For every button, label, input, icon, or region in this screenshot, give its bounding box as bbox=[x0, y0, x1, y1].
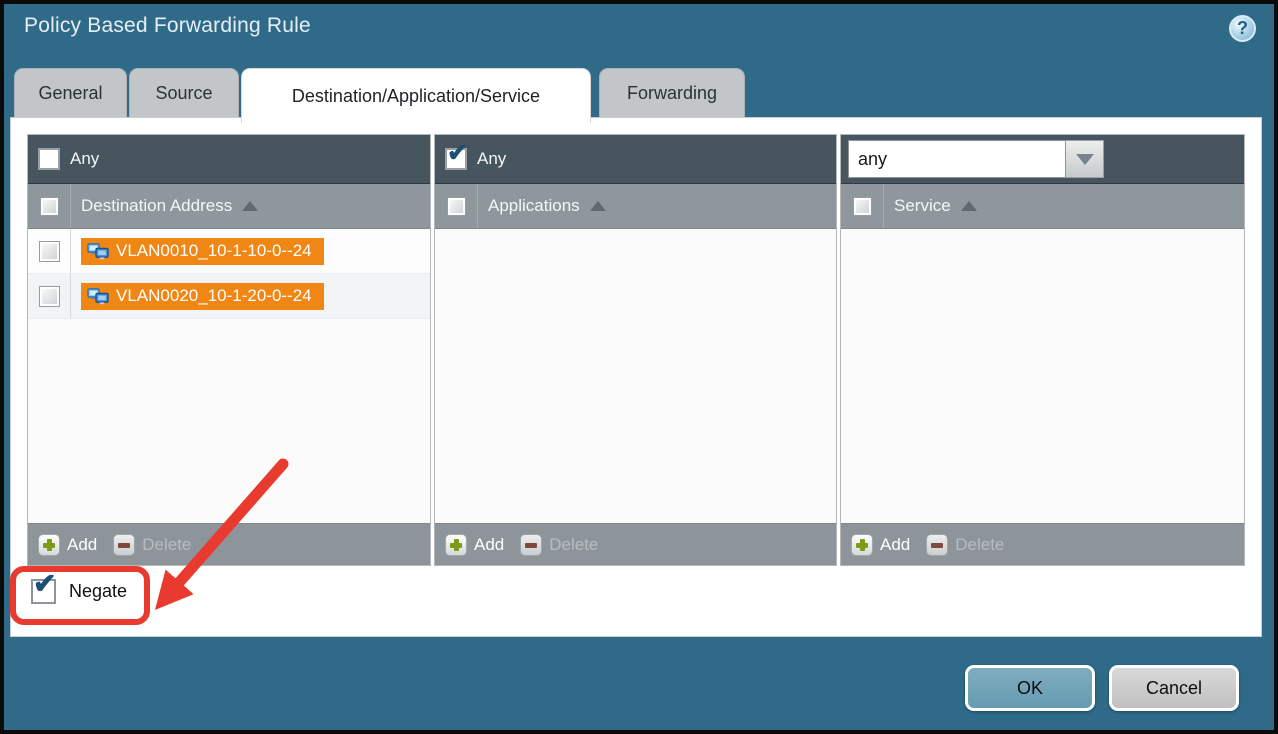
column-header-label: Destination Address bbox=[81, 196, 232, 216]
add-label: Add bbox=[880, 535, 910, 555]
add-label: Add bbox=[474, 535, 504, 555]
applications-select-all-checkbox[interactable] bbox=[447, 197, 466, 216]
add-label: Add bbox=[67, 535, 97, 555]
destination-any-bar: Any bbox=[28, 135, 430, 184]
ok-button[interactable]: OK bbox=[965, 665, 1095, 711]
tab-general[interactable]: General bbox=[14, 68, 127, 117]
delete-button[interactable]: Delete bbox=[113, 534, 191, 556]
network-address-icon bbox=[87, 243, 109, 260]
address-object-label: VLAN0020_10-1-20-0--24 bbox=[116, 286, 312, 306]
applications-column-header[interactable]: Applications bbox=[435, 184, 836, 229]
row-checkbox[interactable] bbox=[39, 286, 60, 307]
add-button[interactable]: Add bbox=[445, 534, 504, 556]
delete-button[interactable]: Delete bbox=[926, 534, 1004, 556]
service-dropdown-button[interactable] bbox=[1066, 140, 1104, 178]
add-plus-icon bbox=[445, 534, 467, 556]
delete-label: Delete bbox=[142, 535, 191, 555]
delete-label: Delete bbox=[549, 535, 598, 555]
service-footer-toolbar: Add Delete bbox=[841, 523, 1244, 565]
destination-row[interactable]: VLAN0020_10-1-20-0--24 bbox=[28, 274, 430, 319]
delete-minus-icon bbox=[113, 534, 135, 556]
tab-label: Destination/Application/Service bbox=[292, 86, 540, 107]
tab-content-panel: Any Destination Address bbox=[10, 117, 1262, 637]
sort-ascending-icon bbox=[961, 201, 977, 211]
help-glyph: ? bbox=[1237, 18, 1248, 39]
negate-checkbox[interactable]: ✔ bbox=[31, 579, 56, 604]
column-header-label: Service bbox=[894, 196, 951, 216]
destination-select-all-checkbox[interactable] bbox=[40, 197, 59, 216]
delete-label: Delete bbox=[955, 535, 1004, 555]
applications-footer-toolbar: Add Delete bbox=[435, 523, 836, 565]
cancel-label: Cancel bbox=[1146, 678, 1202, 699]
destination-address-column: Any Destination Address bbox=[27, 134, 431, 566]
applications-any-checkbox[interactable]: ✔ bbox=[445, 148, 467, 170]
sort-ascending-icon bbox=[590, 201, 606, 211]
service-select-all-checkbox[interactable] bbox=[853, 197, 872, 216]
address-object-chip[interactable]: VLAN0020_10-1-20-0--24 bbox=[81, 283, 324, 310]
dialog-title: Policy Based Forwarding Rule bbox=[24, 14, 311, 38]
sort-ascending-icon bbox=[242, 201, 258, 211]
service-list bbox=[841, 229, 1244, 523]
tab-forwarding[interactable]: Forwarding bbox=[599, 68, 745, 117]
pbf-rule-dialog: Policy Based Forwarding Rule ? General S… bbox=[0, 0, 1278, 734]
add-plus-icon bbox=[38, 534, 60, 556]
destination-address-list: VLAN0010_10-1-10-0--24 bbox=[28, 229, 430, 523]
add-button[interactable]: Add bbox=[851, 534, 910, 556]
tab-label: General bbox=[38, 83, 102, 104]
destination-any-checkbox[interactable] bbox=[38, 148, 60, 170]
address-object-label: VLAN0010_10-1-10-0--24 bbox=[116, 241, 312, 261]
destination-column-header[interactable]: Destination Address bbox=[28, 184, 430, 229]
service-dropdown-bar: any bbox=[841, 135, 1244, 184]
applications-list bbox=[435, 229, 836, 523]
help-icon[interactable]: ? bbox=[1229, 15, 1256, 42]
destination-any-label: Any bbox=[70, 149, 99, 169]
delete-minus-icon bbox=[520, 534, 542, 556]
tab-destination-application-service[interactable]: Destination/Application/Service bbox=[241, 68, 591, 123]
destination-footer-toolbar: Add Delete bbox=[28, 523, 430, 565]
delete-button[interactable]: Delete bbox=[520, 534, 598, 556]
applications-any-bar: ✔ Any bbox=[435, 135, 836, 184]
service-dropdown[interactable]: any bbox=[848, 140, 1104, 178]
ok-label: OK bbox=[1017, 678, 1043, 699]
tab-label: Forwarding bbox=[627, 83, 717, 104]
address-object-chip[interactable]: VLAN0010_10-1-10-0--24 bbox=[81, 238, 324, 265]
applications-column: ✔ Any Applications Add Delete bbox=[434, 134, 837, 566]
tab-source[interactable]: Source bbox=[129, 68, 239, 117]
tab-label: Source bbox=[155, 83, 212, 104]
chevron-down-icon bbox=[1076, 154, 1094, 165]
add-button[interactable]: Add bbox=[38, 534, 97, 556]
row-checkbox[interactable] bbox=[39, 241, 60, 262]
cancel-button[interactable]: Cancel bbox=[1109, 665, 1239, 711]
service-column-header[interactable]: Service bbox=[841, 184, 1244, 229]
negate-label: Negate bbox=[69, 581, 127, 602]
negate-row: ✔ Negate bbox=[31, 579, 127, 604]
delete-minus-icon bbox=[926, 534, 948, 556]
service-dropdown-value[interactable]: any bbox=[848, 140, 1066, 178]
applications-any-label: Any bbox=[477, 149, 506, 169]
column-header-label: Applications bbox=[488, 196, 580, 216]
network-address-icon bbox=[87, 288, 109, 305]
service-column: any Service Add bbox=[840, 134, 1245, 566]
add-plus-icon bbox=[851, 534, 873, 556]
destination-row[interactable]: VLAN0010_10-1-10-0--24 bbox=[28, 229, 430, 274]
